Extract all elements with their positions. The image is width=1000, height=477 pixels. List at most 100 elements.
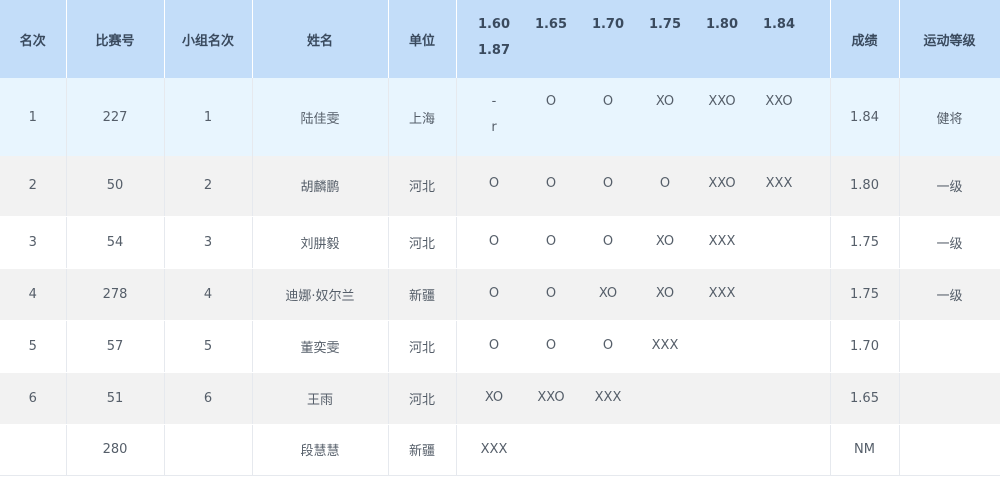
group-rank-cell: 6	[164, 372, 253, 425]
grade-cell	[899, 424, 1000, 476]
col-header-bib[interactable]: 比赛号	[66, 0, 165, 78]
attempts-cell: O O O XXX	[456, 320, 831, 373]
attempt-mark: O	[659, 176, 671, 191]
heights-row: 1.60 1.65 1.70 1.75 1.80 1.84	[457, 12, 830, 38]
height-label: 1.65	[534, 17, 568, 32]
attempt-mark: XXX	[708, 285, 736, 301]
name-cell: 陆佳雯	[252, 78, 389, 156]
rank-cell: 3	[0, 216, 67, 269]
attempt-mark: O	[602, 176, 614, 191]
attempt-mark: XXO	[708, 176, 736, 191]
bib-cell: 50	[66, 156, 165, 217]
bib-cell: 278	[66, 268, 165, 321]
rank-cell: 4	[0, 268, 67, 321]
result-cell: 1.75	[830, 216, 900, 269]
height-label: 1.84	[762, 17, 796, 32]
height-label: 1.80	[705, 17, 739, 32]
result-cell: NM	[830, 424, 900, 476]
name-cell: 王雨	[252, 372, 389, 425]
rank-cell: 2	[0, 156, 67, 217]
attempt-mark: XXO	[537, 389, 565, 405]
group-rank-cell: 1	[164, 78, 253, 156]
table-row[interactable]: 5 57 5 董奕雯 河北 O O O XXX 1.70	[0, 320, 1000, 373]
name-cell: 迪娜·奴尔兰	[252, 268, 389, 321]
attempt-mark: -	[491, 94, 497, 109]
rank-cell: 1	[0, 78, 67, 156]
attempt-mark: O	[488, 285, 500, 301]
attempt-mark: O	[488, 176, 500, 191]
attempt-mark: XO	[655, 94, 675, 109]
attempt-mark: O	[545, 176, 557, 191]
bib-cell: 51	[66, 372, 165, 425]
table-row[interactable]: 2 50 2 胡麟鹏 河北 O O O O XXO XXX 1.80 一级	[0, 156, 1000, 217]
grade-cell	[899, 320, 1000, 373]
bib-cell: 54	[66, 216, 165, 269]
height-label: 1.70	[591, 17, 625, 32]
bib-cell: 227	[66, 78, 165, 156]
heights-row-2: 1.87	[457, 38, 830, 64]
attempts-cell: XO XXO XXX	[456, 372, 831, 425]
height-label: 1.87	[477, 43, 511, 58]
table-row[interactable]: 3 54 3 刘肼毅 河北 O O O XO XXX 1.75 一级	[0, 216, 1000, 269]
attempt-mark: XXO	[765, 94, 793, 109]
attempt-mark: XO	[598, 285, 618, 301]
group-rank-cell: 2	[164, 156, 253, 217]
unit-cell: 新疆	[388, 268, 457, 321]
rank-cell: 5	[0, 320, 67, 373]
attempts-cell: - O O XO XXO XXO r	[456, 78, 831, 156]
result-cell: 1.80	[830, 156, 900, 217]
table-row[interactable]: 4 278 4 迪娜·奴尔兰 新疆 O O XO XO XXX 1.75 一级	[0, 268, 1000, 321]
attempt-mark: O	[488, 337, 500, 353]
attempt-mark: XO	[655, 233, 675, 249]
unit-cell: 新疆	[388, 424, 457, 476]
group-rank-cell	[164, 424, 253, 476]
result-cell: 1.70	[830, 320, 900, 373]
attempt-mark: XXX	[765, 176, 793, 191]
grade-cell: 健将	[899, 78, 1000, 156]
name-cell: 刘肼毅	[252, 216, 389, 269]
col-header-heights: 1.60 1.65 1.70 1.75 1.80 1.84 1.87	[456, 0, 831, 78]
unit-cell: 上海	[388, 78, 457, 156]
attempts-cell: O O XO XO XXX	[456, 268, 831, 321]
unit-cell: 河北	[388, 156, 457, 217]
result-cell: 1.84	[830, 78, 900, 156]
attempt-mark: O	[488, 233, 500, 249]
rank-cell: 6	[0, 372, 67, 425]
header-row: 名次 比赛号 小组名次 姓名 单位 1.60 1.65 1.70 1.75 1.…	[0, 0, 1000, 78]
name-cell: 段慧慧	[252, 424, 389, 476]
attempt-mark: XXO	[708, 94, 736, 109]
bib-cell: 57	[66, 320, 165, 373]
col-header-result[interactable]: 成绩	[830, 0, 900, 78]
group-rank-cell: 5	[164, 320, 253, 373]
attempt-mark: XXX	[708, 233, 736, 249]
height-label: 1.75	[648, 17, 682, 32]
attempt-mark: XXX	[480, 441, 508, 457]
table-row[interactable]: 280 段慧慧 新疆 XXX NM	[0, 424, 1000, 476]
grade-cell: 一级	[899, 268, 1000, 321]
attempt-mark: XO	[484, 389, 504, 405]
attempt-mark: O	[602, 94, 614, 109]
result-cell: 1.75	[830, 268, 900, 321]
attempt-mark: XXX	[651, 337, 679, 353]
attempt-mark: O	[545, 233, 557, 249]
col-header-unit[interactable]: 单位	[388, 0, 457, 78]
unit-cell: 河北	[388, 372, 457, 425]
attempts-cell: XXX	[456, 424, 831, 476]
attempts-cell: O O O O XXO XXX	[456, 156, 831, 217]
col-header-rank[interactable]: 名次	[0, 0, 67, 78]
attempt-mark: O	[602, 233, 614, 249]
results-table: 名次 比赛号 小组名次 姓名 单位 1.60 1.65 1.70 1.75 1.…	[0, 0, 1000, 476]
bib-cell: 280	[66, 424, 165, 476]
name-cell: 胡麟鹏	[252, 156, 389, 217]
table-row[interactable]: 1 227 1 陆佳雯 上海 - O O XO XXO XXO r 1.84 健…	[0, 78, 1000, 156]
unit-cell: 河北	[388, 216, 457, 269]
col-header-name[interactable]: 姓名	[252, 0, 389, 78]
attempt-mark: XXX	[594, 389, 622, 405]
attempts-cell: O O O XO XXX	[456, 216, 831, 269]
grade-cell: 一级	[899, 156, 1000, 217]
col-header-group-rank[interactable]: 小组名次	[164, 0, 253, 78]
attempt-mark: O	[545, 337, 557, 353]
col-header-grade[interactable]: 运动等级	[899, 0, 1000, 78]
unit-cell: 河北	[388, 320, 457, 373]
table-row[interactable]: 6 51 6 王雨 河北 XO XXO XXX 1.65	[0, 372, 1000, 425]
